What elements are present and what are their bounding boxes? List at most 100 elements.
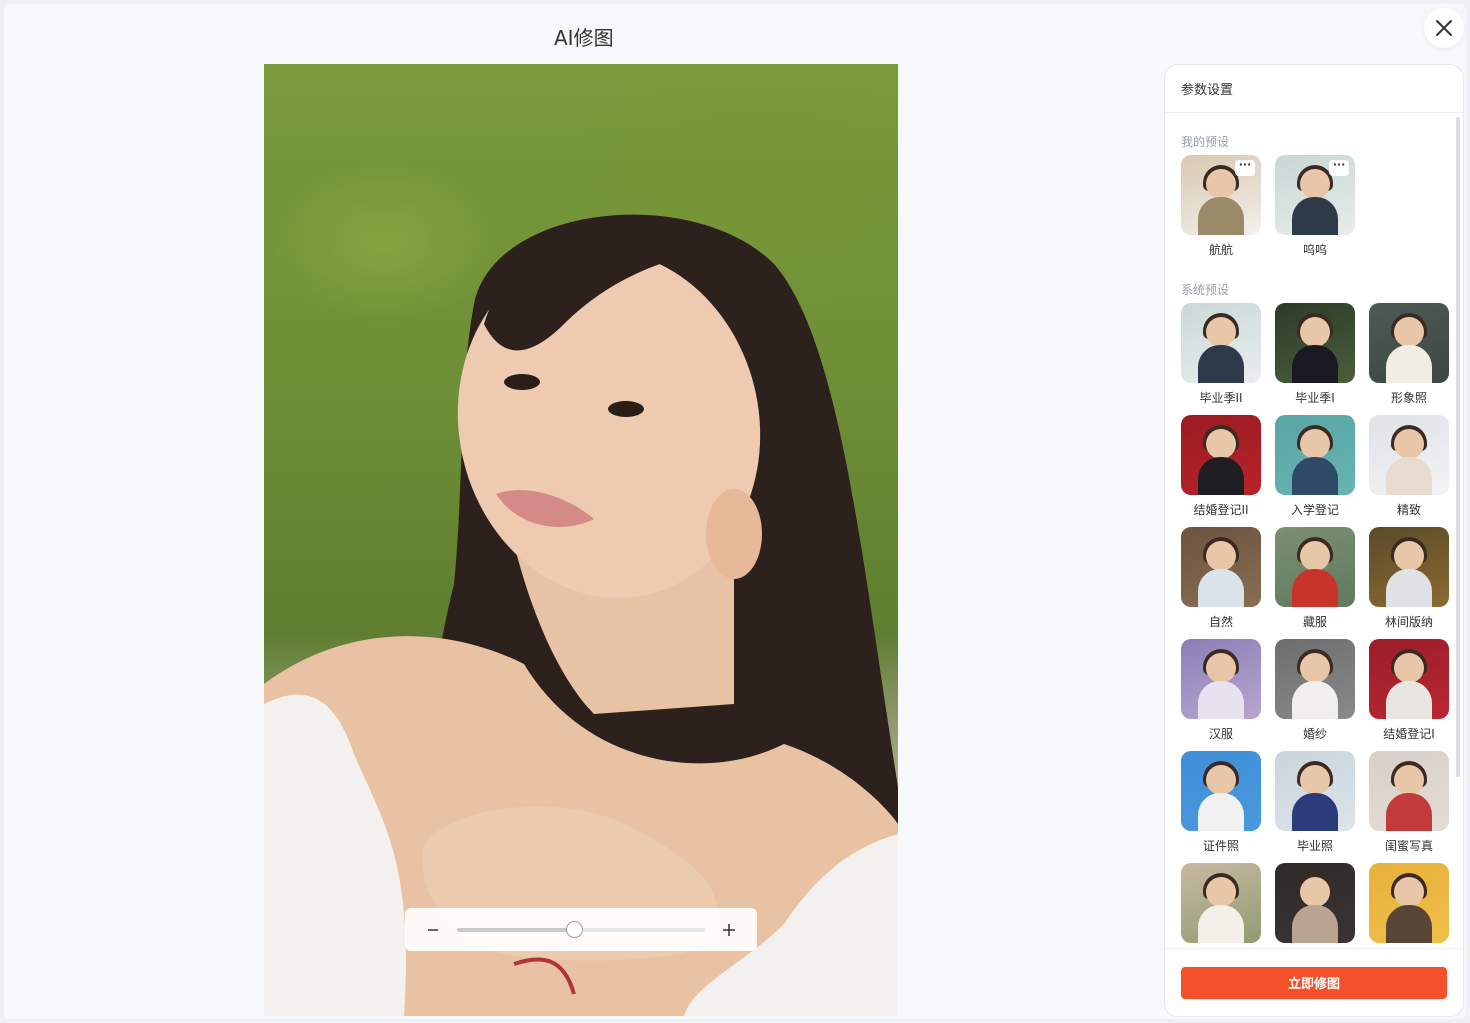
thumbnail-face — [1206, 541, 1236, 571]
plus-icon — [723, 923, 735, 936]
panel-footer: 立即修图 — [1165, 948, 1463, 1016]
thumbnail-face — [1206, 317, 1236, 347]
thumbnail-face — [1206, 877, 1236, 907]
minus-icon — [428, 928, 438, 931]
retouch-now-button[interactable]: 立即修图 — [1181, 966, 1447, 999]
thumbnail-face — [1394, 429, 1424, 459]
preset-thumbnail — [1369, 639, 1449, 719]
more-options-icon[interactable]: ··· — [1235, 159, 1255, 176]
thumbnail-face — [1394, 765, 1424, 795]
thumbnail-body — [1198, 681, 1244, 719]
preset-item[interactable]: 证件照 — [1181, 751, 1261, 853]
system-presets-grid: 毕业季II 毕业季I 形象照结婚登记II 入学登记 精致自然 藏服 林间版纳汉服 婚纱 结婚登记… — [1181, 303, 1449, 948]
more-options-icon[interactable]: ··· — [1329, 159, 1349, 176]
thumbnail-body — [1292, 793, 1338, 831]
preset-item[interactable]: 闺蜜写真 — [1369, 751, 1449, 853]
preset-thumbnail — [1181, 639, 1261, 719]
thumbnail-body — [1198, 793, 1244, 831]
zoom-slider[interactable] — [457, 920, 705, 938]
preset-item[interactable] — [1275, 863, 1355, 948]
preset-thumbnail — [1275, 303, 1355, 383]
thumbnail-face — [1300, 877, 1330, 907]
preset-label: 藏服 — [1302, 615, 1327, 629]
preset-item[interactable]: ··· 航航 — [1181, 155, 1261, 257]
preset-item[interactable]: 自然 — [1181, 527, 1261, 629]
thumbnail-face — [1300, 653, 1330, 683]
panel-body[interactable]: 我的预设 ··· 航航 ··· 呜呜 系统预设 毕业季II 毕业季I 形象照结婚登记II 入… — [1165, 113, 1463, 948]
system-presets-label: 系统预设 — [1181, 283, 1230, 297]
preset-item[interactable]: 形象照 — [1369, 303, 1449, 405]
thumbnail-body — [1292, 569, 1338, 607]
thumbnail-face — [1206, 169, 1236, 199]
thumbnail-body — [1386, 345, 1432, 383]
preset-item[interactable]: 毕业季I — [1275, 303, 1355, 405]
preset-item[interactable]: 藏服 — [1275, 527, 1355, 629]
thumbnail-face — [1206, 429, 1236, 459]
preset-label: 汉服 — [1208, 727, 1233, 741]
portrait-illustration — [264, 214, 898, 1016]
preset-item[interactable]: 婚纱 — [1275, 639, 1355, 741]
thumbnail-face — [1300, 169, 1330, 199]
thumbnail-body — [1198, 345, 1244, 383]
preset-thumbnail — [1275, 415, 1355, 495]
panel-header: 参数设置 — [1165, 65, 1463, 113]
thumbnail-face — [1300, 765, 1330, 795]
zoom-in-button[interactable] — [717, 918, 741, 942]
preset-thumbnail — [1181, 303, 1261, 383]
preset-item[interactable] — [1181, 863, 1261, 948]
preset-label: 结婚登记II — [1193, 503, 1249, 517]
thumbnail-body — [1386, 569, 1432, 607]
thumbnail-body — [1198, 905, 1244, 943]
preset-label: 毕业季II — [1199, 391, 1243, 405]
close-button[interactable] — [1424, 8, 1464, 48]
preset-label: 精致 — [1396, 503, 1421, 517]
preset-item[interactable]: 毕业照 — [1275, 751, 1355, 853]
thumbnail-face — [1394, 653, 1424, 683]
preset-label: 航航 — [1208, 243, 1233, 257]
thumbnail-face — [1300, 317, 1330, 347]
zoom-out-button[interactable] — [421, 918, 445, 942]
thumbnail-face — [1300, 541, 1330, 571]
preset-thumbnail — [1181, 415, 1261, 495]
zoom-slider-handle[interactable] — [565, 920, 583, 938]
panel-scrollbar[interactable] — [1456, 117, 1460, 777]
preset-thumbnail — [1181, 863, 1261, 943]
preset-label: 形象照 — [1390, 391, 1427, 405]
preset-label: 婚纱 — [1302, 727, 1327, 741]
preset-thumbnail — [1181, 527, 1261, 607]
thumbnail-body — [1292, 345, 1338, 383]
preset-item[interactable] — [1369, 863, 1449, 948]
preset-thumbnail — [1275, 639, 1355, 719]
preset-item[interactable]: 入学登记 — [1275, 415, 1355, 517]
thumbnail-body — [1292, 457, 1338, 495]
preset-thumbnail: ··· — [1275, 155, 1355, 235]
settings-panel: 参数设置 我的预设 ··· 航航 ··· 呜呜 系统预设 毕业季II 毕业季I 形象照结婚… — [1164, 64, 1464, 1017]
zoom-control — [405, 908, 757, 951]
zoom-slider-fill — [457, 927, 574, 932]
preset-label: 证件照 — [1202, 839, 1239, 853]
thumbnail-body — [1386, 905, 1432, 943]
preset-item[interactable]: 毕业季II — [1181, 303, 1261, 405]
preset-thumbnail — [1369, 751, 1449, 831]
thumbnail-face — [1394, 317, 1424, 347]
my-presets-label: 我的预设 — [1181, 135, 1230, 149]
thumbnail-body — [1386, 457, 1432, 495]
preset-item[interactable]: 结婚登记I — [1369, 639, 1449, 741]
preset-label: 毕业照 — [1296, 839, 1333, 853]
photo-preview — [264, 64, 898, 1016]
thumbnail-body — [1198, 457, 1244, 495]
preset-thumbnail — [1369, 863, 1449, 943]
preset-item[interactable]: 林间版纳 — [1369, 527, 1449, 629]
preset-label: 闺蜜写真 — [1384, 839, 1433, 853]
preset-label: 自然 — [1208, 615, 1233, 629]
close-icon — [1436, 20, 1452, 36]
preset-label: 毕业季I — [1295, 391, 1335, 405]
preset-item[interactable]: ··· 呜呜 — [1275, 155, 1355, 257]
preset-thumbnail — [1275, 751, 1355, 831]
preset-item[interactable]: 精致 — [1369, 415, 1449, 517]
preset-thumbnail — [1275, 527, 1355, 607]
preset-thumbnail — [1369, 415, 1449, 495]
preset-item[interactable]: 结婚登记II — [1181, 415, 1261, 517]
preset-item[interactable]: 汉服 — [1181, 639, 1261, 741]
thumbnail-body — [1386, 681, 1432, 719]
